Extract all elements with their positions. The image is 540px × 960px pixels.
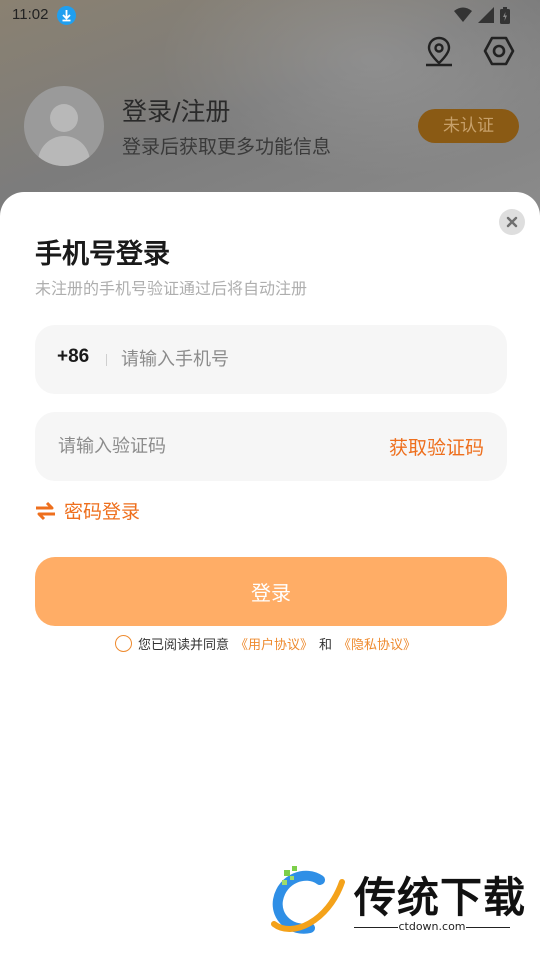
avatar[interactable] [24,86,104,166]
country-code[interactable]: +86 [57,346,89,368]
settings-hexagon-icon[interactable] [482,34,516,68]
phone-field: +86 [35,325,507,394]
phone-input[interactable] [121,344,481,374]
download-notification-icon [57,6,76,25]
profile-subtitle: 登录后获取更多功能信息 [122,136,332,158]
user-agreement-link[interactable]: 《用户协议》 [235,634,313,653]
password-login-label: 密码登录 [64,501,141,523]
agreement-checkbox[interactable] [115,635,132,652]
get-code-button[interactable]: 获取验证码 [389,433,484,460]
agreement-row: 您已阅读并同意 《用户协议》和《隐私协议》 [115,634,416,653]
agreement-prefix: 您已阅读并同意 [138,638,230,653]
signal-icon [478,7,494,23]
verification-code-field: 获取验证码 [35,412,507,481]
wifi-icon [454,7,472,22]
watermark-url: ctdown.com [354,920,510,933]
login-button[interactable]: 登录 [35,557,507,626]
location-icon[interactable] [422,34,456,68]
field-divider [106,354,107,366]
close-icon [506,216,518,228]
close-button[interactable] [499,209,525,235]
sheet-subtitle: 未注册的手机号验证通过后将自动注册 [35,279,308,298]
profile-title[interactable]: 登录/注册 [122,92,230,128]
status-bar: 11:02 [0,0,540,32]
watermark-logo: 传统下载 ctdown.com [268,862,525,942]
battery-icon [500,6,510,24]
agreement-conjunction: 和 [319,638,333,653]
verification-badge[interactable]: 未认证 [418,109,519,143]
sheet-title: 手机号登录 [35,239,170,270]
watermark-name: 传统下载 [354,873,527,922]
ctdown-logo-icon [271,866,345,934]
privacy-agreement-link[interactable]: 《隐私协议》 [338,634,416,653]
swap-arrows-icon [36,501,55,520]
password-login-switch[interactable]: 密码登录 [35,497,140,524]
status-time: 11:02 [12,6,49,23]
verification-code-input[interactable] [58,431,358,461]
